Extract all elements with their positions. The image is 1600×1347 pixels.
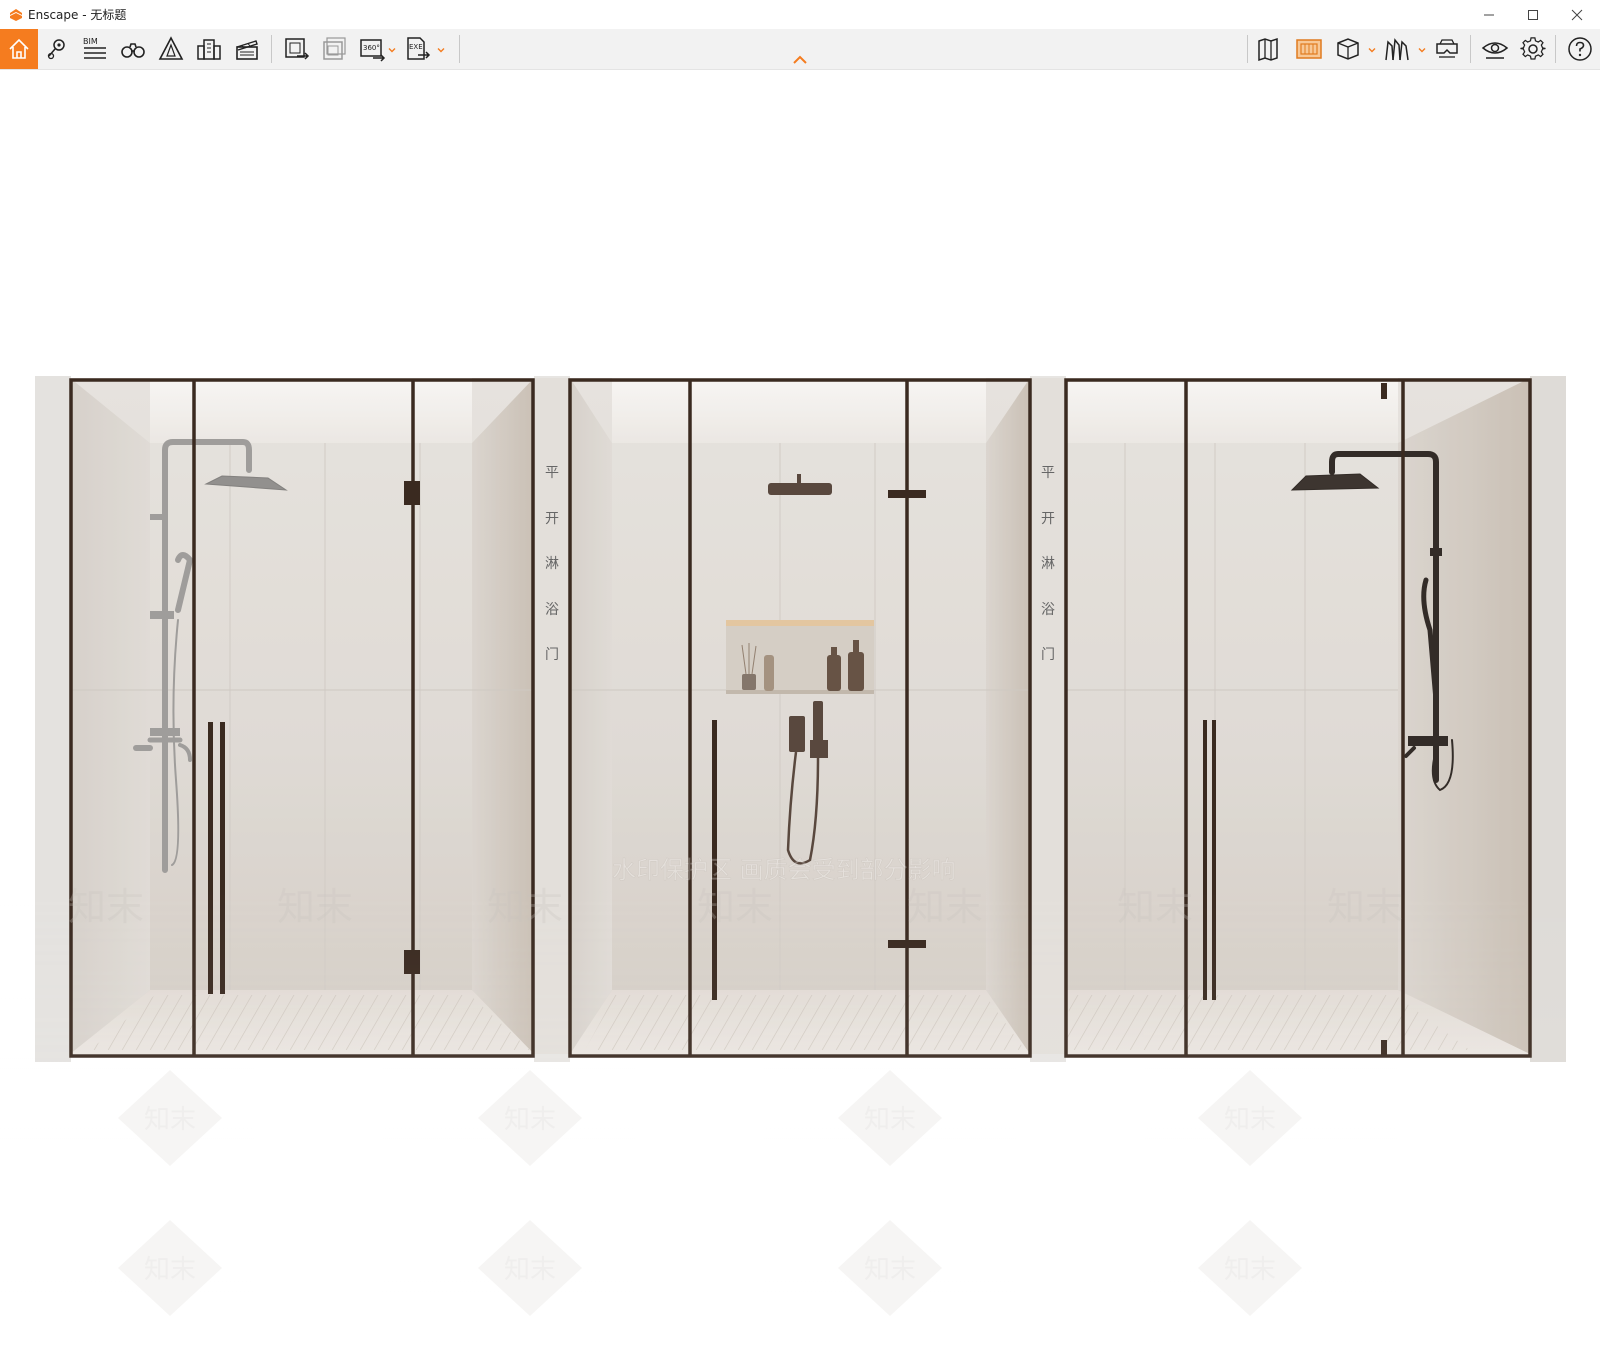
watermark-layer: 水印保护区 画质会受到部分影响 知末 知末 知末 知末 知末 知末 知末 知末 (0, 856, 1600, 1347)
title-bar: Enscape - 无标题 (0, 0, 1600, 29)
people-icon (1385, 38, 1409, 61)
help-button[interactable] (1562, 31, 1598, 67)
render-viewport[interactable]: 水印保护区 画质会受到部分影响 知末 知末 知末 知末 知末 知末 知末 知末 (0, 70, 1600, 1347)
bim-button[interactable]: BIM (77, 31, 113, 67)
binoculars-button[interactable] (115, 31, 151, 67)
buildings-button[interactable] (191, 31, 227, 67)
toolbar-separator (271, 35, 272, 63)
svg-text:知末: 知末 (68, 885, 144, 929)
export-exe-button[interactable]: EXE (400, 31, 436, 67)
shower-enclosure-render: 水印保护区 画质会受到部分影响 知末 知末 知末 知末 知末 知末 知末 知末 (0, 376, 1600, 1347)
panorama-button[interactable]: 360° (355, 31, 391, 67)
clapperboard-button[interactable] (229, 31, 265, 67)
toolbar-separator (459, 35, 460, 63)
close-button[interactable] (1555, 0, 1599, 29)
toolbar-separator (1247, 35, 1248, 63)
people-button[interactable] (1379, 31, 1415, 67)
chevron-down-icon[interactable] (387, 45, 397, 55)
vr-headset-icon (1436, 39, 1458, 58)
warning-triangle-icon (158, 36, 184, 60)
warning-button[interactable] (153, 31, 189, 67)
bim-icon: BIM (83, 37, 106, 59)
asset-library-icon (1296, 39, 1322, 59)
svg-text:知末: 知末 (864, 1105, 916, 1135)
svg-text:知末: 知末 (864, 1255, 916, 1285)
svg-text:知末: 知末 (1327, 885, 1403, 929)
svg-text:知末: 知末 (907, 885, 983, 929)
help-icon (1568, 37, 1592, 61)
minimize-button[interactable] (1467, 0, 1511, 29)
svg-text:知末: 知末 (487, 885, 563, 929)
svg-text:知末: 知末 (1224, 1255, 1276, 1285)
map-pin-icon (47, 39, 65, 60)
cube-view-icon (1337, 38, 1359, 60)
svg-text:知末: 知末 (277, 885, 353, 929)
toolbar-separator (1470, 35, 1471, 63)
export-exe-icon: EXE (407, 37, 431, 60)
maximize-icon (1528, 9, 1538, 20)
toolbar-separator (1555, 35, 1556, 63)
home-button[interactable] (0, 29, 38, 69)
chevron-down-icon[interactable] (1417, 45, 1427, 55)
svg-text:EXE: EXE (409, 43, 423, 51)
batch-render-icon (323, 37, 346, 60)
batch-render-button[interactable] (317, 31, 353, 67)
cube-view-button[interactable] (1330, 31, 1366, 67)
close-icon (1571, 9, 1583, 20)
home-icon (9, 38, 29, 59)
vr-headset-button[interactable] (1429, 31, 1465, 67)
svg-text:知末: 知末 (504, 1255, 556, 1285)
panorama-360-icon: 360° (360, 39, 386, 62)
svg-text:水印保护区 画质会受到部分影响: 水印保护区 画质会受到部分影响 (612, 856, 956, 884)
map-book-button[interactable] (1252, 31, 1288, 67)
svg-text:知末: 知末 (144, 1255, 196, 1285)
render-image-icon (285, 38, 310, 60)
asset-library-button[interactable] (1291, 31, 1327, 67)
enscape-logo-icon (10, 9, 22, 21)
buildings-icon (197, 39, 221, 60)
map-pin-button[interactable] (39, 31, 75, 67)
svg-text:知末: 知末 (1224, 1105, 1276, 1135)
settings-gear-icon (1520, 37, 1546, 60)
visual-settings-eye-icon (1481, 42, 1509, 59)
visual-settings-button[interactable] (1477, 31, 1513, 67)
minimize-icon (1484, 14, 1494, 15)
render-image-button[interactable] (279, 31, 315, 67)
svg-text:BIM: BIM (83, 37, 98, 46)
maximize-button[interactable] (1511, 0, 1555, 29)
svg-text:知末: 知末 (1117, 885, 1193, 929)
svg-text:知末: 知末 (697, 885, 773, 929)
pillar-label-right: 平 开 淋 浴 门 (1041, 465, 1055, 663)
clapperboard-icon (236, 40, 258, 60)
map-book-icon (1258, 37, 1278, 62)
chevron-up-icon[interactable] (792, 55, 808, 65)
settings-button[interactable] (1515, 31, 1551, 67)
svg-text:360°: 360° (363, 44, 380, 52)
chevron-down-icon[interactable] (436, 45, 446, 55)
chevron-down-icon[interactable] (1367, 45, 1377, 55)
pillar-label-left: 平 开 淋 浴 门 (545, 465, 559, 663)
binoculars-icon (121, 43, 145, 58)
svg-text:知末: 知末 (144, 1105, 196, 1135)
svg-text:知末: 知末 (504, 1105, 556, 1135)
window-title: Enscape - 无标题 (28, 8, 127, 22)
